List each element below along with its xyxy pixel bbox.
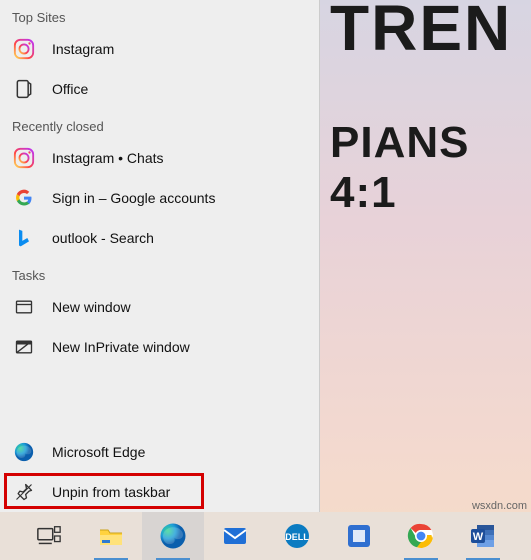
jumplist-label: Sign in – Google accounts (52, 190, 215, 206)
taskbar: DELL W (0, 512, 531, 560)
jumplist-item-new-inprivate-window[interactable]: New InPrivate window (0, 327, 319, 367)
instagram-icon (12, 146, 36, 170)
jumplist-item-outlook-search[interactable]: outlook - Search (0, 218, 319, 258)
jumplist-item-instagram[interactable]: Instagram (0, 29, 319, 69)
taskbar-file-explorer-button[interactable] (80, 512, 142, 560)
google-icon (12, 186, 36, 210)
section-header-top-sites: Top Sites (0, 0, 319, 29)
file-explorer-icon (96, 521, 126, 551)
jumplist-item-instagram-chats[interactable]: Instagram • Chats (0, 138, 319, 178)
taskbar-task-view-button[interactable] (18, 512, 80, 560)
unpin-icon (12, 480, 36, 504)
jumplist-label: outlook - Search (52, 230, 154, 246)
taskbar-app-button[interactable] (328, 512, 390, 560)
mail-icon (220, 521, 250, 551)
jumplist-item-office[interactable]: Office (0, 69, 319, 109)
wallpaper-text: TREN PIANS 4:1 (330, 0, 531, 218)
svg-text:DELL: DELL (285, 532, 309, 542)
wallpaper-line2: PIANS 4:1 (330, 118, 531, 218)
dell-icon: DELL (282, 521, 312, 551)
jumplist-item-google-signin[interactable]: Sign in – Google accounts (0, 178, 319, 218)
taskbar-word-button[interactable]: W (452, 512, 514, 560)
taskbar-mail-button[interactable] (204, 512, 266, 560)
jumplist-label: Unpin from taskbar (52, 484, 170, 500)
jumplist-label: New InPrivate window (52, 339, 190, 355)
taskbar-dell-button[interactable]: DELL (266, 512, 328, 560)
office-icon (12, 77, 36, 101)
bing-icon (12, 226, 36, 250)
jumplist-label: Instagram (52, 41, 114, 57)
jumplist-label: Office (52, 81, 88, 97)
jumplist-item-microsoft-edge[interactable]: Microsoft Edge (0, 432, 319, 472)
svg-text:W: W (473, 531, 484, 543)
taskbar-jumplist: Top Sites Instagram Office Recently clos… (0, 0, 320, 512)
section-header-tasks: Tasks (0, 258, 319, 287)
jumplist-label: New window (52, 299, 131, 315)
inprivate-icon (12, 335, 36, 359)
edge-icon (12, 440, 36, 464)
taskbar-edge-button[interactable] (142, 512, 204, 560)
jumplist-item-new-window[interactable]: New window (0, 287, 319, 327)
taskbar-chrome-button[interactable] (390, 512, 452, 560)
task-view-icon (34, 521, 64, 551)
jumplist-label: Microsoft Edge (52, 444, 145, 460)
word-icon: W (468, 521, 498, 551)
generic-app-icon (344, 521, 374, 551)
window-icon (12, 295, 36, 319)
instagram-icon (12, 37, 36, 61)
wallpaper-line1: TREN (330, 0, 531, 58)
section-header-recently-closed: Recently closed (0, 109, 319, 138)
site-watermark: wsxdn.com (472, 500, 527, 512)
chrome-icon (406, 521, 436, 551)
jumplist-item-unpin[interactable]: Unpin from taskbar (0, 472, 319, 512)
jumplist-label: Instagram • Chats (52, 150, 164, 166)
edge-icon (158, 521, 188, 551)
